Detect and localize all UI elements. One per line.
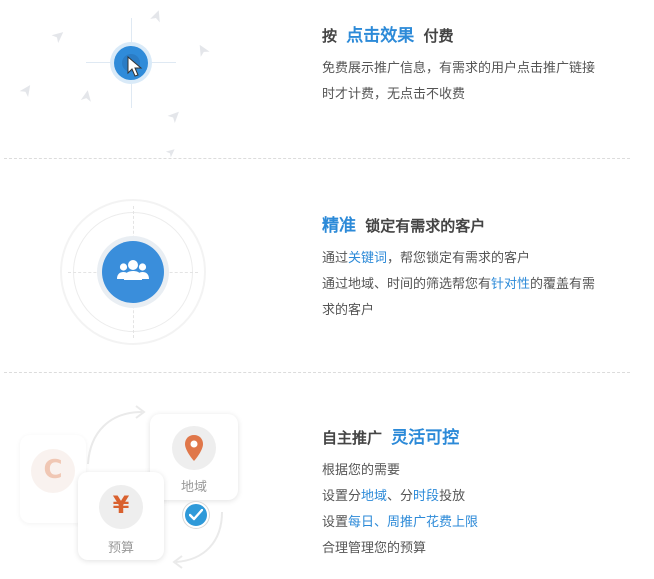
arrow-pointer-icon: ➤: [47, 24, 70, 48]
title-prefix: 自主推广: [322, 429, 383, 447]
section-description: 通过关键词，帮您锁定有需求的客户 通过地域、时间的筛选帮您有针对性的覆盖有需 求…: [322, 246, 627, 324]
keyword: 关键词: [348, 251, 388, 266]
title-suffix: 锁定有需求的客户: [365, 217, 486, 235]
desc-line: 免费展示推广信息，有需求的用户点击推广链接: [322, 61, 596, 76]
arrow-pointer-icon: ➤: [190, 39, 214, 61]
desc-line: 设置每日、周推广花费上限: [322, 515, 479, 530]
title-prefix: 按: [322, 27, 338, 45]
bid-card: C: [20, 435, 86, 523]
click-illustration: ➤ ➤ ➤ ➤ ➤ ➤ ➤: [0, 0, 300, 160]
users-group-icon: [117, 260, 149, 280]
title-highlight: 精准: [322, 216, 356, 236]
section-description: 免费展示推广信息，有需求的用户点击推广链接 时才计费，无点击不收费: [322, 56, 627, 108]
arrow-pointer-icon: ➤: [162, 104, 186, 128]
arrow-pointer-icon: ➤: [75, 87, 97, 105]
budget-card: ¥ 预算: [78, 472, 164, 560]
section-description: 根据您的需要 设置分地域、分时段投放 设置每日、周推广花费上限 合理管理您的预算: [322, 458, 627, 562]
yen-icon: ¥: [99, 485, 143, 529]
mouse-pointer-icon: [127, 56, 143, 77]
keyword: 时段: [413, 489, 440, 504]
desc-line: 通过地域、时间的筛选帮您有针对性的覆盖有需: [322, 277, 596, 292]
desc-line: 根据您的需要: [322, 463, 401, 478]
section-precise-targeting: 精准 锁定有需求的客户 通过关键词，帮您锁定有需求的客户 通过地域、时间的筛选帮…: [0, 158, 654, 372]
title-highlight: 灵活可控: [391, 428, 460, 448]
budget-label: 预算: [107, 541, 134, 556]
location-pin-icon: [185, 435, 203, 461]
title-highlight: 点击效果: [346, 26, 415, 46]
arrow-pointer-icon: ➤: [14, 78, 38, 101]
section-text: 自主推广 灵活可控 根据您的需要 设置分地域、分时段投放 设置每日、周推广花费上…: [322, 426, 627, 562]
section-pay-per-click: ➤ ➤ ➤ ➤ ➤ ➤ ➤ 按 点击效果 付费 免费展示推广信息，有需求的用户点…: [0, 0, 654, 160]
desc-line: 合理管理您的预算: [322, 541, 427, 556]
keyword: 针对性: [491, 277, 531, 292]
section-title: 按 点击效果 付费: [322, 24, 627, 48]
section-title: 精准 锁定有需求的客户: [322, 214, 627, 238]
audience-badge: [102, 241, 164, 303]
section-text: 按 点击效果 付费 免费展示推广信息，有需求的用户点击推广链接 时才计费，无点击…: [322, 24, 627, 108]
coin-icon: C: [31, 449, 75, 493]
desc-line: 设置分地域、分时段投放: [322, 489, 466, 504]
location-icon-circle: [172, 426, 216, 470]
check-circle-icon: [183, 502, 209, 528]
desc-line: 时才计费，无点击不收费: [322, 87, 466, 102]
section-title: 自主推广 灵活可控: [322, 426, 627, 450]
title-suffix: 付费: [423, 27, 454, 45]
keyword: 地域: [361, 489, 388, 504]
section-text: 精准 锁定有需求的客户 通过关键词，帮您锁定有需求的客户 通过地域、时间的筛选帮…: [322, 214, 627, 324]
desc-line: 求的客户: [322, 303, 375, 318]
section-self-managed: C 地域 ¥ 预算 自主推广 灵活可控 根据您的需要 设置分地域、分时段投放 设…: [0, 372, 654, 579]
desc-line: 通过关键词，帮您锁定有需求的客户: [322, 251, 531, 266]
arrow-pointer-icon: ➤: [145, 6, 168, 26]
keyword: 每日、周推广花费上限: [348, 515, 479, 530]
